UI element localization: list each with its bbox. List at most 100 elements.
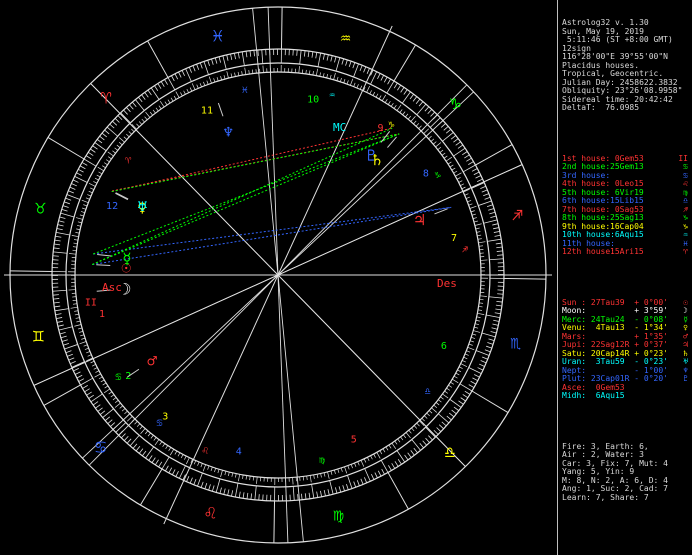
degree-tick — [468, 384, 475, 388]
house-ring-tick — [452, 378, 459, 384]
degree-tick — [493, 319, 500, 322]
degree-tick — [154, 85, 159, 91]
house-ring-tick — [220, 76, 222, 81]
house-ring-tick — [410, 115, 416, 122]
sign-divider — [475, 144, 513, 166]
house-ring-tick — [451, 167, 456, 171]
house-sign-icon: ♋ — [683, 163, 688, 171]
degree-tick — [258, 494, 260, 501]
planet-glyph-icon: ♃ — [415, 211, 425, 230]
degree-tick — [404, 454, 409, 461]
house-ring-tick — [87, 354, 92, 357]
house-ring-tick — [468, 343, 473, 346]
stat-line: Yang: 5, Yin: 9 — [562, 468, 635, 476]
house-ring-tick — [167, 99, 171, 104]
house-sign-icon: ♋ — [683, 171, 688, 180]
degree-tick — [60, 335, 67, 339]
house-ring-tick — [480, 259, 488, 261]
house-sign-icon: ♌ — [683, 180, 688, 188]
planet-label: Venu: — [562, 324, 587, 332]
degree-tick — [457, 144, 464, 149]
header-line: Tropical, Geocentric. — [562, 70, 664, 78]
house-cusp-sign-icon: ♓ — [242, 85, 248, 96]
house-ring-tick — [256, 476, 258, 484]
house-ring-tick — [426, 412, 430, 417]
house-ring-tick — [428, 135, 432, 140]
planet-glyph-icon: ♇ — [366, 146, 376, 165]
house-ring-tick — [103, 162, 108, 166]
house-ring-tick — [208, 76, 212, 84]
house-ring-tick — [350, 464, 353, 469]
house-ring-tick — [336, 76, 339, 81]
house-ring-tick — [478, 241, 486, 244]
house-ring-tick — [360, 460, 365, 467]
house-ring-tick — [416, 422, 420, 427]
degree-tick — [65, 350, 72, 354]
stat-line: Ang: 1, Suc: 2, Cad: 7 — [562, 485, 668, 493]
degree-tick — [486, 345, 492, 349]
house-ring-tick — [71, 235, 79, 238]
house-cusp-sign-icon: ♒ — [329, 90, 335, 101]
degree-tick — [396, 450, 406, 463]
planet-row: Satu: 20Cap14R + 0°23' ♄ — [562, 350, 690, 359]
degree-tick — [477, 178, 483, 182]
planet-glyph-icon: ☿ — [122, 249, 132, 268]
sign-divider — [147, 40, 169, 78]
degree-tick — [497, 254, 504, 256]
house-ring-tick — [449, 164, 454, 168]
house-ring-tick — [102, 165, 106, 169]
house-ring-tick — [408, 430, 412, 434]
degree-tick — [304, 493, 307, 500]
house-ring-tick — [207, 465, 210, 470]
house-ring-tick — [477, 238, 482, 240]
house-ring-tick — [471, 336, 476, 339]
house-ring-tick — [94, 373, 101, 378]
degree-tick — [348, 61, 352, 67]
degree-tick — [150, 87, 160, 100]
degree-tick — [436, 427, 442, 432]
house-ring-tick — [210, 466, 213, 471]
house-cusp-sign-icon: ♎ — [425, 386, 431, 397]
house-ring-tick — [456, 177, 461, 180]
degree-tick — [68, 190, 74, 194]
house-ring-tick — [118, 137, 125, 143]
degree-tick — [329, 480, 334, 495]
degree-tick — [54, 308, 69, 312]
house-ring-tick — [145, 430, 149, 435]
degree-tick — [92, 145, 98, 150]
house-ring-tick — [199, 83, 202, 88]
house-ring-tick — [81, 337, 86, 340]
planet-value: + 3°59' — [586, 307, 668, 315]
degree-tick — [401, 91, 411, 104]
degree-tick — [466, 157, 472, 162]
degree-tick — [141, 94, 146, 100]
house-ring-tick — [466, 350, 471, 353]
degree-tick — [493, 231, 500, 233]
degree-tick — [488, 296, 503, 299]
house-ring-tick — [309, 475, 312, 483]
planet-pointer — [97, 253, 112, 257]
house-label: 10th house: — [562, 231, 615, 239]
degree-tick — [391, 463, 396, 469]
house-ring-tick — [461, 186, 466, 190]
degree-tick — [474, 374, 480, 378]
house-ring-tick — [292, 477, 294, 485]
house-ring-tick — [394, 440, 398, 445]
house-ring-tick — [453, 170, 458, 174]
planet-value: + 1°35' — [586, 332, 668, 341]
planet-glyph-icon: ♅ — [138, 197, 148, 216]
degree-tick — [342, 485, 345, 492]
house-ring-tick — [193, 460, 197, 465]
degree-tick — [497, 293, 504, 295]
house-row: 10th house: 6Aqu15 ♒ — [562, 231, 690, 240]
degree-tick — [107, 419, 113, 424]
zodiac-sign-icon: ♎ — [445, 442, 456, 463]
degree-tick — [407, 452, 412, 458]
degree-tick — [410, 450, 415, 456]
house-ring-tick — [446, 387, 451, 391]
degree-tick — [234, 53, 236, 60]
degree-tick — [428, 435, 433, 441]
degree-tick — [488, 208, 495, 211]
house-value: 15Ari15 — [610, 248, 644, 256]
house-cusp-list: 1st house: 0Gem53 II 2nd house:25Gem13 ♋ 3rd… — [562, 155, 690, 257]
